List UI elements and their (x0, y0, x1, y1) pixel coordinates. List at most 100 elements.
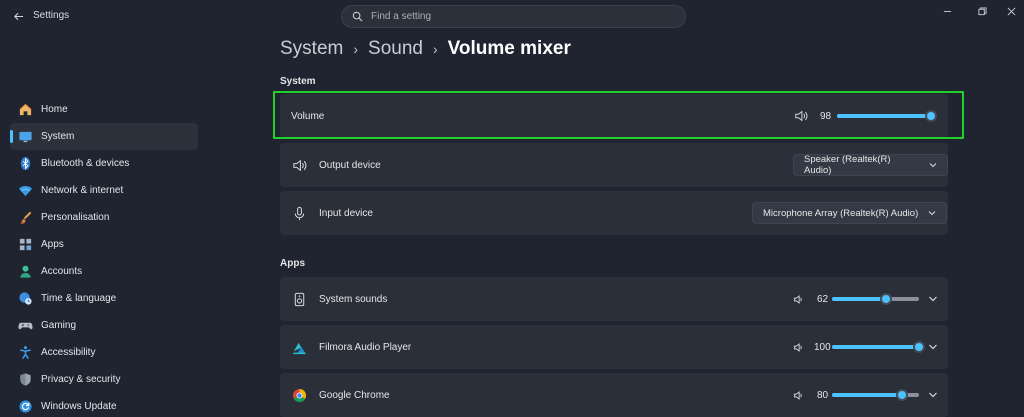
sidebar-item-label: Apps (41, 239, 64, 250)
section-label-system: System (280, 76, 316, 87)
sidebar-item-label: Windows Update (41, 401, 117, 412)
app-volume-slider[interactable] (832, 389, 919, 401)
breadcrumb-system[interactable]: System (280, 38, 343, 60)
gamepad-icon (17, 318, 33, 334)
app-volume-slider[interactable] (832, 293, 919, 305)
chevron-down-icon (929, 344, 937, 350)
app-name: Filmora Audio Player (319, 341, 412, 353)
expand-chevron-button[interactable] (928, 342, 938, 352)
apps-icon (17, 237, 33, 253)
breadcrumb-sound[interactable]: Sound (368, 38, 423, 60)
slider-fill (832, 297, 886, 301)
minimize-icon (943, 10, 951, 12)
app-title: Settings (33, 10, 70, 21)
search-placeholder: Find a setting (371, 11, 432, 22)
back-button[interactable] (8, 6, 28, 26)
slider-thumb[interactable] (879, 293, 892, 305)
master-volume-slider[interactable] (837, 110, 938, 122)
volume-value: 98 (820, 111, 832, 122)
slider-thumb[interactable] (895, 389, 908, 401)
speaker-icon[interactable] (793, 390, 804, 401)
input-device-label: Input device (319, 207, 373, 219)
globe-clock-icon (17, 291, 33, 307)
bluetooth-icon (17, 156, 33, 172)
minimize-button[interactable] (940, 6, 954, 16)
sidebar-item-privacy[interactable]: Privacy & security (10, 366, 198, 393)
output-device-dropdown[interactable]: Speaker (Realtek(R) Audio) (793, 154, 948, 176)
home-icon (17, 102, 33, 118)
sidebar-item-label: Personalisation (41, 212, 110, 223)
accessibility-icon (17, 345, 33, 361)
system-icon (17, 129, 33, 145)
chevron-down-icon (928, 209, 936, 217)
speaker-icon[interactable] (794, 109, 808, 123)
sidebar-item-label: Network & internet (41, 185, 124, 196)
sidebar: Home System Bluetooth & devices Network … (0, 96, 210, 417)
speaker-icon (291, 157, 307, 173)
sidebar-item-label: Privacy & security (41, 374, 121, 385)
app-volume-slider[interactable] (832, 341, 925, 353)
maximize-button[interactable] (975, 6, 989, 16)
section-label-apps: Apps (280, 258, 305, 269)
chevron-down-icon (929, 161, 937, 169)
input-device-dropdown[interactable]: Microphone Array (Realtek(R) Audio) (752, 202, 948, 224)
search-icon (352, 11, 363, 22)
chevron-down-icon (929, 392, 937, 398)
sidebar-item-network[interactable]: Network & internet (10, 177, 198, 204)
slider-fill (832, 393, 902, 397)
chevron-right-icon: › (353, 41, 359, 57)
breadcrumb: System › Sound › Volume mixer (280, 38, 571, 60)
chrome-icon (291, 387, 307, 403)
sidebar-item-label: Time & language (41, 293, 117, 304)
sidebar-item-label: Accessibility (41, 347, 96, 358)
sidebar-item-system[interactable]: System (10, 123, 198, 150)
brush-icon (17, 210, 33, 226)
app-row-filmora: Filmora Audio Player 100 (280, 325, 948, 369)
slider-thumb[interactable] (925, 110, 938, 122)
account-icon (17, 264, 33, 280)
input-device-card: Input device Microphone Array (Realtek(R… (280, 191, 948, 235)
close-button[interactable] (1004, 6, 1018, 16)
app-row-chrome: Google Chrome 80 (280, 373, 948, 417)
speaker-icon[interactable] (793, 342, 804, 353)
app-name: System sounds (319, 293, 388, 305)
expand-chevron-button[interactable] (928, 390, 938, 400)
filmora-icon (291, 339, 307, 355)
update-icon (17, 399, 33, 415)
speaker-icon[interactable] (793, 294, 804, 305)
expand-chevron-button[interactable] (928, 294, 938, 304)
sidebar-item-label: Home (41, 104, 68, 115)
volume-label: Volume (291, 110, 325, 122)
input-device-value: Microphone Array (Realtek(R) Audio) (763, 207, 919, 219)
output-device-label: Output device (319, 159, 381, 171)
output-device-value: Speaker (Realtek(R) Audio) (804, 154, 891, 176)
sidebar-item-label: Bluetooth & devices (41, 158, 130, 169)
slider-fill (832, 345, 919, 349)
wifi-icon (17, 183, 33, 199)
microphone-icon (291, 205, 307, 221)
sidebar-item-accessibility[interactable]: Accessibility (10, 339, 198, 366)
search-input[interactable]: Find a setting (341, 5, 686, 28)
app-volume-value: 62 (817, 294, 829, 305)
sidebar-item-home[interactable]: Home (10, 96, 198, 123)
sidebar-item-accounts[interactable]: Accounts (10, 258, 198, 285)
sidebar-item-windows-update[interactable]: Windows Update (10, 393, 198, 417)
app-name: Google Chrome (319, 389, 390, 401)
sidebar-item-bluetooth[interactable]: Bluetooth & devices (10, 150, 198, 177)
slider-thumb[interactable] (913, 341, 925, 353)
sidebar-item-label: System (41, 131, 75, 142)
slider-fill (837, 114, 932, 118)
sidebar-item-apps[interactable]: Apps (10, 231, 198, 258)
volume-card: Volume 98 (280, 94, 948, 138)
speaker-box-icon (291, 291, 307, 307)
sidebar-item-gaming[interactable]: Gaming (10, 312, 198, 339)
sidebar-item-label: Accounts (41, 266, 83, 277)
sidebar-item-personalisation[interactable]: Personalisation (10, 204, 198, 231)
app-row-system-sounds: System sounds 62 (280, 277, 948, 321)
shield-icon (17, 372, 33, 388)
back-arrow-icon (13, 12, 23, 20)
sidebar-item-time-language[interactable]: Time & language (10, 285, 198, 312)
close-icon (1007, 7, 1015, 15)
page-title: Volume mixer (447, 38, 571, 59)
sidebar-item-label: Gaming (41, 320, 77, 331)
